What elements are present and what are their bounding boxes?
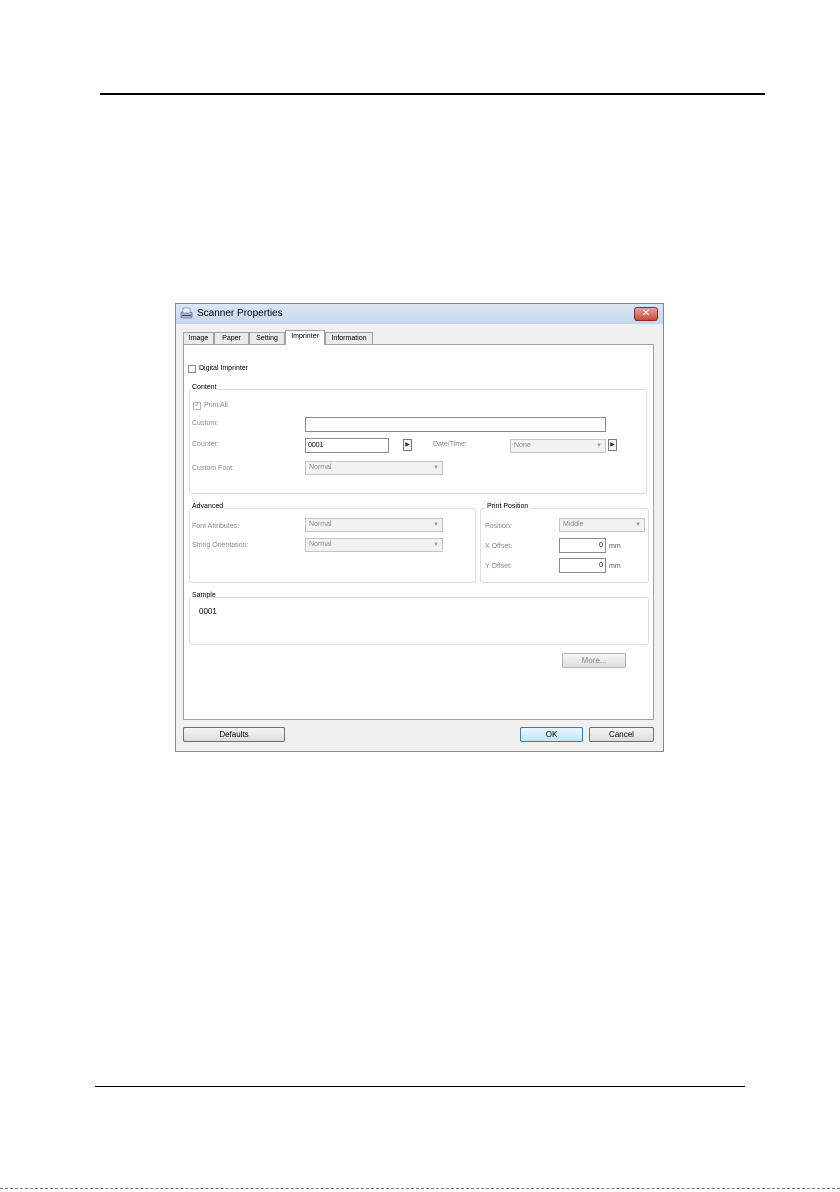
- font-attributes-value: Normal: [309, 521, 332, 528]
- tab-imprinter[interactable]: Imprinter: [285, 330, 325, 345]
- defaults-button[interactable]: Defaults: [183, 727, 285, 742]
- chevron-down-icon: ▼: [433, 542, 439, 548]
- tab-setting[interactable]: Setting: [249, 332, 285, 344]
- arrow-right-icon: ▶: [610, 442, 615, 448]
- tab-information[interactable]: Information: [325, 332, 373, 344]
- custom-label: Custom:: [192, 420, 219, 427]
- sample-group: Sample: [189, 592, 649, 645]
- font-attributes-label: Font Attributes:: [192, 523, 240, 530]
- datetime-select[interactable]: None ▼: [510, 439, 606, 453]
- print-all-label: Print All: [204, 402, 228, 409]
- check-icon: ✓: [194, 400, 201, 409]
- x-offset-input[interactable]: 0: [559, 538, 606, 553]
- counter-arrow-button[interactable]: ▶: [403, 439, 412, 451]
- tab-paper[interactable]: Paper: [214, 332, 249, 344]
- sample-text: 0001: [199, 607, 217, 616]
- custom-font-select[interactable]: Normal ▼: [305, 461, 443, 475]
- string-orientation-label: String Orientation:: [192, 542, 249, 549]
- sample-group-title: Sample: [192, 592, 216, 599]
- x-offset-label: X Offset:: [485, 543, 513, 550]
- more-button[interactable]: More...: [562, 653, 626, 668]
- tab-image[interactable]: Image: [183, 332, 214, 344]
- digital-imprinter-label: Digital Imprinter: [199, 365, 249, 372]
- datetime-value: None: [514, 442, 531, 449]
- position-value: Middle: [563, 521, 584, 528]
- y-offset-unit: mm: [609, 563, 621, 570]
- page-bottom-dotted-edge: [0, 1188, 840, 1189]
- scanner-app-icon: [180, 307, 193, 319]
- cancel-button[interactable]: Cancel: [589, 727, 654, 742]
- custom-font-label: Custom Font:: [192, 465, 235, 472]
- imprinter-panel: Digital Imprinter Content ✓ Print All Cu…: [183, 344, 654, 720]
- x-offset-unit: mm: [609, 543, 621, 550]
- arrow-right-icon: ▶: [405, 442, 410, 448]
- scanner-properties-window: Scanner Properties ✕ Image Paper Setting…: [175, 303, 664, 752]
- content-group-title: Content: [192, 384, 217, 391]
- chevron-down-icon: ▼: [433, 522, 439, 528]
- custom-font-value: Normal: [309, 464, 332, 471]
- datetime-label: Date/Time:: [433, 441, 467, 448]
- font-attributes-select[interactable]: Normal ▼: [305, 518, 443, 532]
- print-all-checkbox[interactable]: ✓: [193, 400, 201, 410]
- ok-button[interactable]: OK: [520, 727, 583, 742]
- close-button[interactable]: ✕: [634, 307, 658, 321]
- page-footer-rule: [95, 1086, 745, 1087]
- counter-input[interactable]: 0001: [305, 438, 389, 453]
- y-offset-label: Y Offset:: [485, 563, 512, 570]
- window-title: Scanner Properties: [197, 308, 283, 319]
- chevron-down-icon: ▼: [433, 465, 439, 471]
- title-bar[interactable]: Scanner Properties ✕: [176, 304, 663, 324]
- string-orientation-value: Normal: [309, 541, 332, 548]
- position-select[interactable]: Middle ▼: [559, 518, 645, 532]
- advanced-group-title: Advanced: [192, 503, 224, 510]
- chevron-down-icon: ▼: [635, 522, 641, 528]
- chevron-down-icon: ▼: [596, 443, 602, 449]
- digital-imprinter-checkbox[interactable]: [188, 365, 196, 373]
- datetime-arrow-button[interactable]: ▶: [608, 439, 617, 451]
- custom-input[interactable]: [305, 417, 606, 432]
- y-offset-input[interactable]: 0: [559, 558, 606, 573]
- position-label: Position:: [485, 523, 512, 530]
- counter-label: Counter:: [192, 441, 219, 448]
- page-header-rule: [100, 93, 765, 95]
- string-orientation-select[interactable]: Normal ▼: [305, 538, 443, 552]
- print-position-group-title: Print Position: [485, 503, 531, 510]
